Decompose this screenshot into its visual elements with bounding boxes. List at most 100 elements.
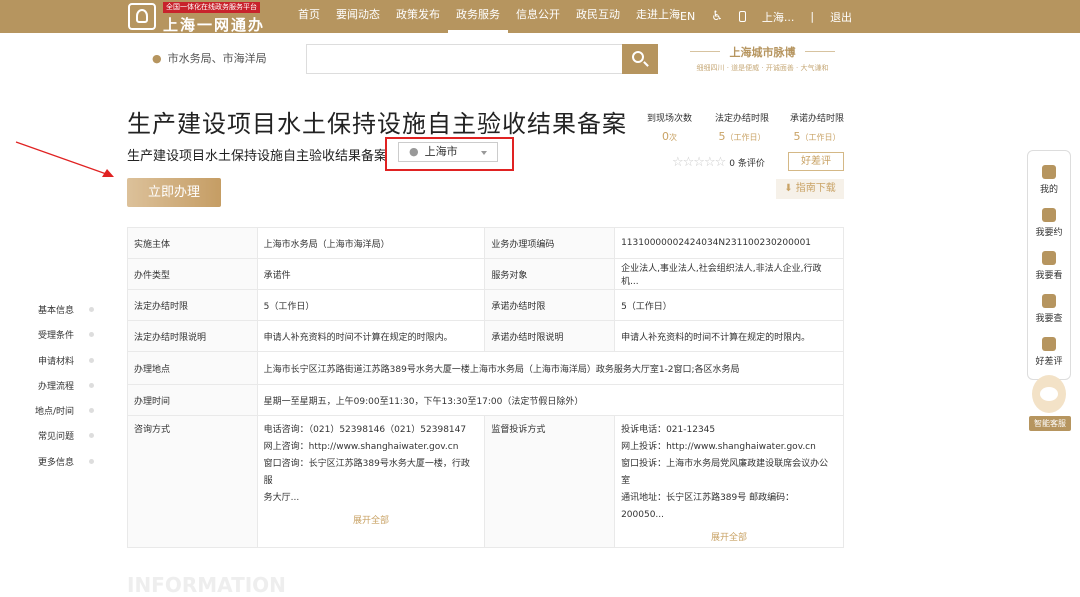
section-heading-ghost: INFORMATION	[127, 573, 286, 597]
stat-promise-label: 承诺办结时限	[790, 114, 845, 124]
nav-policy[interactable]: 政策发布	[388, 0, 448, 33]
float-item-view[interactable]: 我要看	[1028, 251, 1070, 281]
lang-switch[interactable]: EN	[680, 10, 695, 23]
section-nav-item[interactable]: 地点/时间	[20, 404, 94, 429]
section-nav: 基本信息 受理条件 申请材料 办理流程 地点/时间 常见问题 更多信息	[20, 303, 94, 480]
accessibility-icon[interactable]: ♿	[711, 9, 723, 24]
logo-tag: 全国一体化在线政务服务平台	[163, 2, 260, 13]
logout-link[interactable]: 退出	[830, 9, 852, 25]
assistant-mascot-icon[interactable]	[1032, 375, 1066, 413]
apply-button[interactable]: 立即办理	[127, 178, 221, 207]
user-name[interactable]: 上海...	[762, 9, 795, 25]
float-item-rating[interactable]: 好差评	[1028, 337, 1070, 367]
consult-line: 务大厅...	[263, 493, 300, 503]
consult-line: 网上咨询：http://www.shanghaiwater.gov.cn	[263, 442, 459, 452]
table-row: 实施主体 上海市水务局（上海市海洋局） 业务办理项编码 113100000024…	[127, 227, 844, 259]
smart-service-button[interactable]: 智能客服	[1029, 416, 1071, 431]
table-key: 法定办结时限	[127, 289, 258, 321]
top-bar: 全国一体化在线政务服务平台 上海一网通办 首页 要闻动态 政策发布 政务服务 信…	[0, 0, 1080, 34]
search-input[interactable]	[306, 44, 622, 74]
table-row: 咨询方式 电话咨询：（021）52398146（021）52398147 网上咨…	[127, 415, 844, 548]
separator: |	[810, 10, 815, 23]
stat-promise-value: 5	[793, 130, 801, 143]
nav-interaction[interactable]: 政民互动	[568, 0, 628, 33]
service-info-table: 实施主体 上海市水务局（上海市海洋局） 业务办理项编码 113100000024…	[127, 227, 845, 548]
table-value: 申请人补充资料的时间不计算在规定的时限内。	[614, 320, 844, 352]
floating-toolbar: 我的 我要约 我要看 我要查 好差评	[1027, 150, 1071, 380]
nav-info[interactable]: 信息公开	[508, 0, 568, 33]
table-value: 星期一至星期五，上午09:00至11:30，下午13:30至17:00（法定节假…	[256, 384, 845, 416]
table-row: 办件类型 承诺件 服务对象 企业法人,事业法人,社会组织法人,非法人企业,行政机…	[127, 258, 844, 290]
location-text: 市水务局、市海洋局	[167, 52, 267, 65]
logo-title: 上海一网通办	[163, 16, 266, 34]
user-icon	[1042, 165, 1056, 179]
float-item-mine[interactable]: 我的	[1028, 165, 1070, 195]
page-title: 生产建设项目水土保持设施自主验收结果备案	[127, 110, 627, 138]
consult-cell: 电话咨询：（021）52398146（021）52398147 网上咨询：htt…	[256, 415, 486, 548]
location-pin-icon: ●	[409, 145, 419, 158]
stat-legal-label: 法定办结时限	[715, 114, 770, 124]
float-item-appointment[interactable]: 我要约	[1028, 208, 1070, 238]
site-logo[interactable]: 全国一体化在线政务服务平台 上海一网通办	[128, 2, 268, 34]
section-nav-item[interactable]: 受理条件	[20, 328, 94, 353]
document-icon	[1042, 251, 1056, 265]
complain-cell: 投诉电话：021-12345 网上投诉：http://www.shanghaiw…	[614, 415, 844, 548]
table-value: 5（工作日）	[256, 289, 486, 321]
service-subtitle: 生产建设项目水土保持设施自主验收结果备案	[127, 149, 388, 164]
stat-visits-unit: 次	[669, 133, 677, 142]
table-key: 监督投诉方式	[484, 415, 616, 548]
table-key: 实施主体	[127, 227, 258, 259]
download-icon: ⬇	[784, 183, 796, 194]
stat-visits-label: 到现场次数	[647, 114, 693, 124]
calendar-icon	[1042, 208, 1056, 222]
section-nav-item[interactable]: 办理流程	[20, 379, 94, 404]
table-key: 服务对象	[484, 258, 616, 290]
search-icon	[632, 51, 644, 63]
section-nav-item[interactable]: 基本信息	[20, 303, 94, 328]
table-key: 承诺办结时限	[484, 289, 616, 321]
search-button[interactable]	[622, 44, 658, 74]
chevron-down-icon	[481, 151, 487, 155]
complain-line: 通讯地址：长宁区江苏路389号 邮政编码：200050...	[621, 493, 795, 520]
section-nav-item[interactable]: 常见问题	[20, 429, 94, 454]
rating-button[interactable]: 好差评	[788, 152, 844, 171]
top-right-tools: EN ♿ 上海... | 退出	[672, 0, 860, 33]
stat-visits: 到现场次数 0次	[647, 111, 692, 143]
nav-home[interactable]: 首页	[290, 0, 328, 33]
float-item-label: 我要查	[1035, 314, 1063, 324]
rating: ☆☆☆☆☆ 0 条评价	[672, 155, 765, 170]
region-select[interactable]: ● 上海市	[398, 142, 498, 162]
brand-subtitle: 细细四川 · 道是便威 · 开诚面善 · 大气谦和	[696, 64, 829, 72]
guide-download-button[interactable]: ⬇ 指南下载	[776, 179, 844, 199]
brand-title: 上海城市脉博	[680, 44, 845, 60]
location-selector[interactable]: ● 市水务局、市海洋局	[152, 50, 267, 66]
stat-legal-unit: （工作日）	[725, 133, 766, 142]
float-item-search[interactable]: 我要查	[1028, 294, 1070, 324]
nav-news[interactable]: 要闻动态	[328, 0, 388, 33]
complain-line: 投诉电话：021-12345	[621, 425, 716, 435]
table-key: 咨询方式	[127, 415, 258, 548]
main-nav: 首页 要闻动态 政策发布 政务服务 信息公开 政民互动 走进上海	[290, 0, 688, 33]
float-item-label: 我要看	[1035, 271, 1063, 281]
table-key: 办理地点	[127, 351, 258, 385]
section-nav-item[interactable]: 更多信息	[20, 455, 94, 480]
table-value: 企业法人,事业法人,社会组织法人,非法人企业,行政机...	[614, 258, 844, 290]
mobile-icon[interactable]	[738, 11, 746, 22]
brand-banner[interactable]: 上海城市脉博 细细四川 · 道是便威 · 开诚面善 · 大气谦和	[680, 44, 845, 73]
table-row: 办理地点 上海市长宁区江苏路街道江苏路389号水务大厦一楼上海市水务局（上海市海…	[127, 351, 845, 385]
guide-download-label: 指南下载	[795, 183, 836, 194]
table-row: 法定办结时限 5（工作日） 承诺办结时限 5（工作日）	[127, 289, 844, 321]
expand-all-link[interactable]: 展开全部	[621, 530, 837, 547]
nav-services[interactable]: 政务服务	[448, 0, 508, 33]
table-key: 业务办理项编码	[484, 227, 616, 259]
rating-count: 0 条评价	[729, 159, 765, 169]
table-value: 申请人补充资料的时间不计算在规定的时限内。	[256, 320, 486, 352]
expand-all-link[interactable]: 展开全部	[264, 513, 479, 530]
stat-legal-limit: 法定办结时限 5（工作日）	[715, 111, 769, 143]
region-value: 上海市	[424, 145, 458, 158]
section-nav-item[interactable]: 申请材料	[20, 354, 94, 379]
table-key: 办件类型	[127, 258, 258, 290]
star-rating-icon: ☆☆☆☆☆	[672, 155, 726, 170]
table-key: 承诺办结时限说明	[484, 320, 616, 352]
float-item-label: 我要约	[1035, 228, 1063, 238]
